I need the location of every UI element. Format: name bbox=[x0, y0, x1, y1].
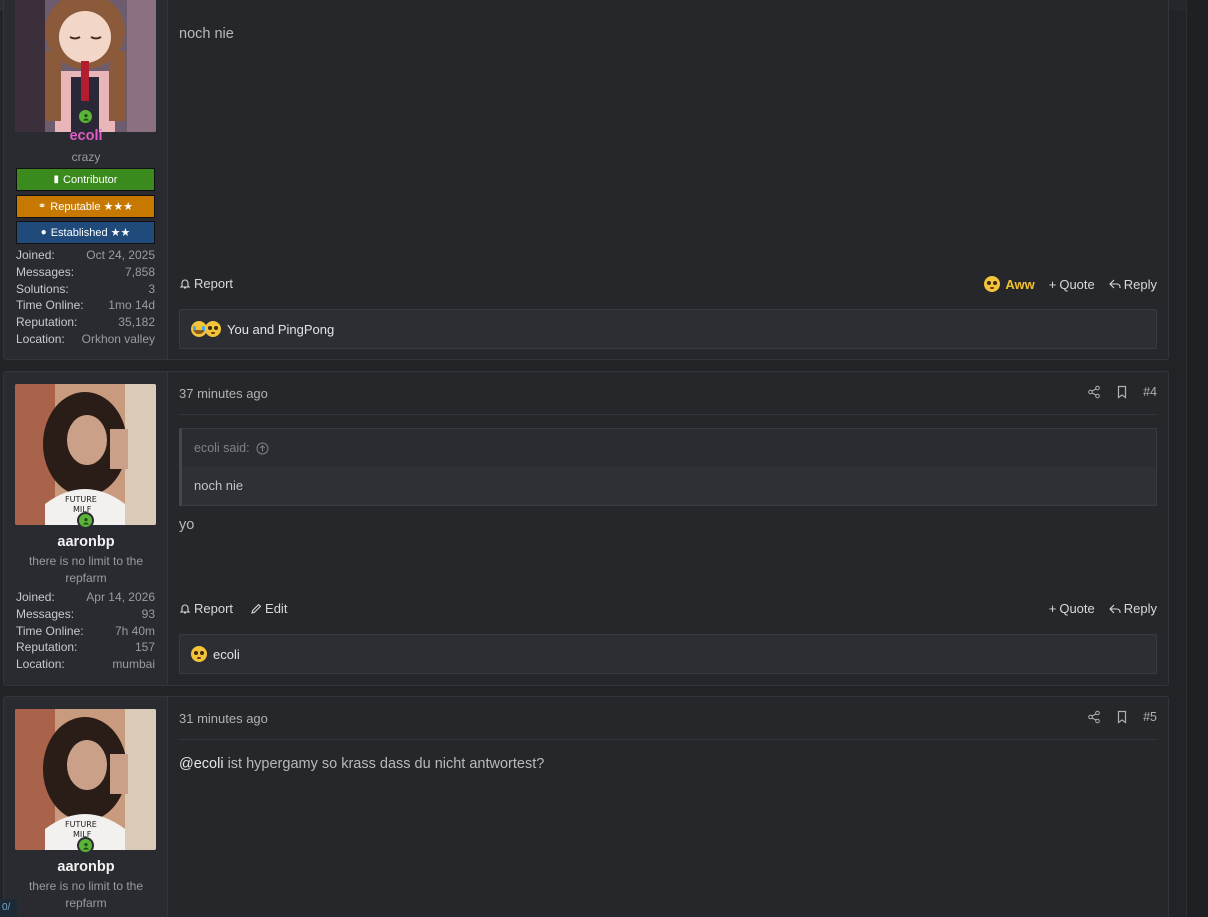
bell-icon bbox=[179, 604, 191, 614]
stat-joined: Joined: Oct 24, 2025 bbox=[16, 248, 155, 262]
post-header: 31 minutes ago #5 bbox=[179, 697, 1157, 740]
reactions-summary: ecoli bbox=[213, 646, 240, 662]
quote-button[interactable]: + Quote bbox=[1049, 601, 1095, 616]
online-status-icon bbox=[77, 837, 94, 854]
plus-icon: + bbox=[1048, 601, 1057, 616]
stat-reputation: Reputation: 157 bbox=[16, 640, 155, 655]
online-status-icon bbox=[77, 108, 94, 125]
quote-block: ecoli said: noch nie bbox=[179, 428, 1157, 506]
pleading-face-icon bbox=[191, 646, 207, 662]
stat-time-online: Time Online: 7h 40m bbox=[16, 623, 155, 638]
bookmark-icon[interactable] bbox=[1115, 385, 1129, 399]
post-body-text: ist hypergamy so krass dass du nicht ant… bbox=[223, 756, 545, 772]
post-ecoli: ecoli crazy ▮ Contributor ⚭ Reputable ★★… bbox=[3, 0, 1169, 360]
post-header: 37 minutes ago #4 bbox=[179, 372, 1157, 415]
stat-joined: Joined: Apr 14, 2026 bbox=[16, 590, 155, 604]
pleading-face-icon bbox=[205, 321, 221, 337]
stat-location: Location: mumbai bbox=[16, 657, 155, 672]
book-icon: ▮ bbox=[53, 174, 60, 185]
post-user-panel: FUTURE MILF aaronbp there is no limit to… bbox=[4, 372, 168, 685]
bookmark-icon[interactable] bbox=[1115, 710, 1129, 724]
quote-header[interactable]: ecoli said: bbox=[182, 429, 1156, 467]
user-stats: Joined: Oct 24, 2025 Messages: 7,858 Solut… bbox=[16, 247, 155, 348]
user-stats: Joined: Apr 14, 2026 Messages: 93 Time Onl… bbox=[16, 589, 155, 673]
quote-button[interactable]: + Quote bbox=[1049, 277, 1095, 292]
post-body: @ecoli ist hypergamy so krass dass du ni… bbox=[179, 756, 544, 772]
banner-reputable: ⚭ Reputable ★★★ bbox=[16, 195, 155, 218]
username[interactable]: aaronbp bbox=[4, 534, 168, 550]
post-aaronbp-5: FUTURE MILF aaronbp there is no limit to… bbox=[3, 696, 1169, 917]
post-actions: Report Edit + Quote Reply bbox=[179, 601, 1157, 621]
reply-button[interactable]: Reply bbox=[1108, 601, 1157, 616]
svg-text:FUTURE: FUTURE bbox=[65, 820, 97, 829]
stat-time-online: Time Online: 1mo 14d bbox=[16, 298, 155, 313]
post-timestamp[interactable]: 37 minutes ago bbox=[179, 386, 268, 401]
user-title: there is no limit to the repfarm bbox=[28, 879, 144, 910]
banner-label: Contributor bbox=[63, 173, 118, 186]
aww-reaction-button[interactable]: Aww bbox=[984, 276, 1035, 292]
plus-icon: + bbox=[1048, 276, 1057, 292]
banner-label: Reputable ★★★ bbox=[50, 201, 134, 213]
report-button[interactable]: Report bbox=[179, 601, 233, 616]
edit-button[interactable]: Edit bbox=[250, 601, 287, 616]
stat-solutions: Solutions: 3 bbox=[16, 281, 155, 296]
quote-author: ecoli said: bbox=[194, 441, 250, 455]
username[interactable]: aaronbp bbox=[4, 859, 168, 875]
pencil-icon bbox=[251, 603, 262, 614]
right-sidebar-rail bbox=[1186, 0, 1208, 917]
user-title: there is no limit to the repfarm bbox=[28, 554, 144, 585]
post-content: 31 minutes ago #5 @ecoli ist hypergamy s… bbox=[179, 697, 1157, 917]
svg-text:FUTURE: FUTURE bbox=[65, 495, 97, 504]
reactions-bar[interactable]: ecoli bbox=[179, 634, 1157, 674]
user-icon: ● bbox=[40, 227, 47, 238]
post-number-link[interactable]: #4 bbox=[1143, 385, 1157, 399]
post-body: yo bbox=[179, 517, 195, 533]
post-aaronbp-4: FUTURE MILF aaronbp there is no limit to… bbox=[3, 371, 1169, 686]
user-mention-link[interactable]: @ecoli bbox=[179, 756, 224, 772]
post-user-panel: FUTURE MILF aaronbp there is no limit to… bbox=[4, 697, 168, 917]
stat-reputation: Reputation: 35,182 bbox=[16, 315, 155, 330]
bell-icon bbox=[179, 279, 191, 289]
stat-messages: Messages: 93 bbox=[16, 606, 155, 621]
username[interactable]: ecoli bbox=[4, 128, 168, 144]
reply-icon bbox=[1108, 604, 1121, 613]
stat-location: Location: Orkhon valley bbox=[16, 331, 155, 346]
reactions-bar[interactable]: You and PingPong bbox=[179, 309, 1157, 349]
report-button[interactable]: Report bbox=[179, 276, 233, 291]
stat-messages: Messages: 7,858 bbox=[16, 264, 155, 279]
banner-label: Established ★★ bbox=[50, 227, 131, 239]
post-content: 37 minutes ago #4 ecoli said: noch nie y… bbox=[179, 372, 1157, 685]
corner-status-tag: 0/ bbox=[0, 899, 17, 917]
post-timestamp[interactable]: 31 minutes ago bbox=[179, 711, 268, 726]
banner-contributor: ▮ Contributor bbox=[16, 168, 155, 191]
share-icon[interactable] bbox=[1087, 385, 1101, 399]
reactions-summary: You and PingPong bbox=[227, 321, 335, 337]
reply-button[interactable]: Reply bbox=[1108, 277, 1157, 292]
post-user-panel: ecoli crazy ▮ Contributor ⚭ Reputable ★★… bbox=[4, 0, 168, 359]
user-title: crazy bbox=[71, 150, 101, 164]
quote-text: noch nie bbox=[182, 467, 1156, 505]
post-actions: Report Aww + Quote Reply bbox=[179, 276, 1157, 296]
avatar[interactable]: FUTURE MILF bbox=[15, 384, 156, 525]
post-content: noch nie Report Aww + Quote Reply You an… bbox=[179, 0, 1157, 359]
pleading-face-icon bbox=[984, 276, 1001, 292]
handshake-icon: ⚭ bbox=[37, 201, 47, 212]
arrow-up-circle-icon[interactable] bbox=[256, 442, 269, 455]
reply-icon bbox=[1108, 279, 1121, 289]
avatar[interactable]: FUTURE MILF bbox=[15, 709, 156, 850]
banner-established: ● Established ★★ bbox=[16, 221, 155, 244]
share-icon[interactable] bbox=[1087, 710, 1101, 724]
post-number-link[interactable]: #5 bbox=[1143, 710, 1157, 724]
online-status-icon bbox=[77, 512, 94, 529]
post-body: noch nie bbox=[179, 26, 234, 42]
